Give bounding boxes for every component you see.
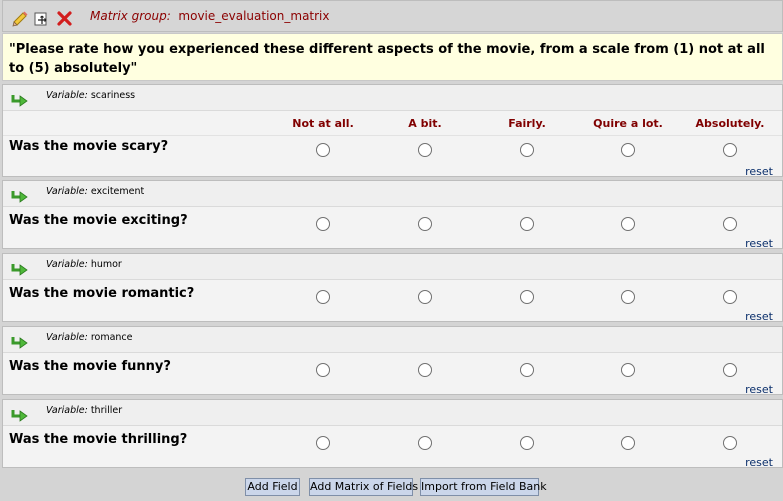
matrix-group-label: Matrix group: movie_evaluation_matrix [90, 9, 330, 23]
variable-name: romance [90, 332, 133, 343]
variable-label: Variable: scariness [46, 90, 135, 101]
rating-radio[interactable] [520, 363, 534, 377]
matrix-row-block: Variable: scariness Not at all. A bit. Fair… [2, 84, 783, 178]
reset-link[interactable]: reset [745, 310, 773, 323]
variable-label: Variable: humor [46, 259, 122, 270]
variable-header: Variable: humor [3, 254, 782, 280]
rating-radio[interactable] [316, 290, 330, 304]
question-label: Was the movie thrilling? [9, 432, 188, 447]
question-label: Was the movie romantic? [9, 286, 195, 301]
import-field-bank-button[interactable]: Import from Field Bank [420, 478, 547, 496]
matrix-group-prefix: Matrix group: [90, 9, 171, 23]
variable-prefix: Variable: [46, 186, 88, 197]
variable-prefix: Variable: [46, 259, 88, 270]
variable-name: thriller [90, 405, 123, 416]
move-icon[interactable] [33, 10, 50, 27]
reset-link[interactable]: reset [745, 383, 773, 396]
delete-x-icon[interactable] [56, 10, 73, 27]
variable-header: Variable: thriller [3, 400, 782, 426]
instructions-text: "Please rate how you experienced these d… [9, 42, 765, 76]
add-matrix-button[interactable]: Add Matrix of Fields [309, 478, 418, 496]
variable-name: scariness [90, 90, 136, 101]
rating-radio[interactable] [621, 143, 635, 157]
rating-radio[interactable] [418, 363, 432, 377]
matrix-header: Matrix group: movie_evaluation_matrix [2, 0, 783, 32]
matrix-row-block: Variable: humor Was the movie romantic? re… [2, 253, 783, 323]
rating-radio[interactable] [621, 436, 635, 450]
variable-prefix: Variable: [46, 332, 88, 343]
matrix-row-block: Variable: excitement Was the movie exciti… [2, 180, 783, 250]
branching-arrow-icon[interactable] [11, 189, 28, 203]
variable-label: Variable: excitement [46, 186, 144, 197]
variable-prefix: Variable: [46, 90, 88, 101]
reset-link[interactable]: reset [745, 456, 773, 469]
matrix-row-block: Variable: thriller Was the movie thrillin… [2, 399, 783, 469]
column-header: Fairly. [508, 117, 546, 130]
rating-radio[interactable] [418, 143, 432, 157]
rating-radio[interactable] [723, 217, 737, 231]
matrix-group-name: movie_evaluation_matrix [178, 9, 330, 23]
rating-radio[interactable] [316, 143, 330, 157]
variable-label: Variable: thriller [46, 405, 122, 416]
rating-radio[interactable] [418, 436, 432, 450]
rating-radio[interactable] [723, 290, 737, 304]
variable-header: Variable: scariness [3, 85, 782, 111]
question-label: Was the movie scary? [9, 139, 169, 154]
column-header: Absolutely. [695, 117, 765, 130]
column-header: A bit. [408, 117, 442, 130]
matrix-row-block: Variable: romance Was the movie funny? res… [2, 326, 783, 396]
rating-radio[interactable] [316, 436, 330, 450]
header-divider [3, 135, 782, 136]
pencil-icon[interactable] [11, 10, 28, 27]
branching-arrow-icon[interactable] [11, 408, 28, 422]
rating-radio[interactable] [621, 290, 635, 304]
action-buttons: Add Field Add Matrix of Fields Import fr… [0, 478, 783, 496]
column-header: Not at all. [292, 117, 354, 130]
branching-arrow-icon[interactable] [11, 262, 28, 276]
rating-radio[interactable] [316, 363, 330, 377]
variable-header: Variable: romance [3, 327, 782, 353]
branching-arrow-icon[interactable] [11, 335, 28, 349]
rating-radio[interactable] [520, 217, 534, 231]
variable-label: Variable: romance [46, 332, 133, 343]
column-header: Quire a lot. [593, 117, 663, 130]
variable-header: Variable: excitement [3, 181, 782, 207]
rating-radio[interactable] [723, 436, 737, 450]
question-label: Was the movie funny? [9, 359, 171, 374]
reset-link[interactable]: reset [745, 165, 773, 178]
branching-arrow-icon[interactable] [11, 93, 28, 107]
instructions-box: "Please rate how you experienced these d… [2, 33, 783, 81]
reset-link[interactable]: reset [745, 237, 773, 250]
rating-radio[interactable] [316, 217, 330, 231]
add-field-button[interactable]: Add Field [245, 478, 300, 496]
variable-name: humor [90, 259, 122, 270]
variable-name: excitement [90, 186, 145, 197]
rating-radio[interactable] [520, 290, 534, 304]
rating-radio[interactable] [418, 217, 432, 231]
rating-radio[interactable] [418, 290, 432, 304]
rating-radio[interactable] [520, 143, 534, 157]
rating-radio[interactable] [520, 436, 534, 450]
rating-radio[interactable] [723, 143, 737, 157]
variable-prefix: Variable: [46, 405, 88, 416]
rating-radio[interactable] [621, 363, 635, 377]
question-label: Was the movie exciting? [9, 213, 188, 228]
rating-radio[interactable] [723, 363, 737, 377]
rating-radio[interactable] [621, 217, 635, 231]
